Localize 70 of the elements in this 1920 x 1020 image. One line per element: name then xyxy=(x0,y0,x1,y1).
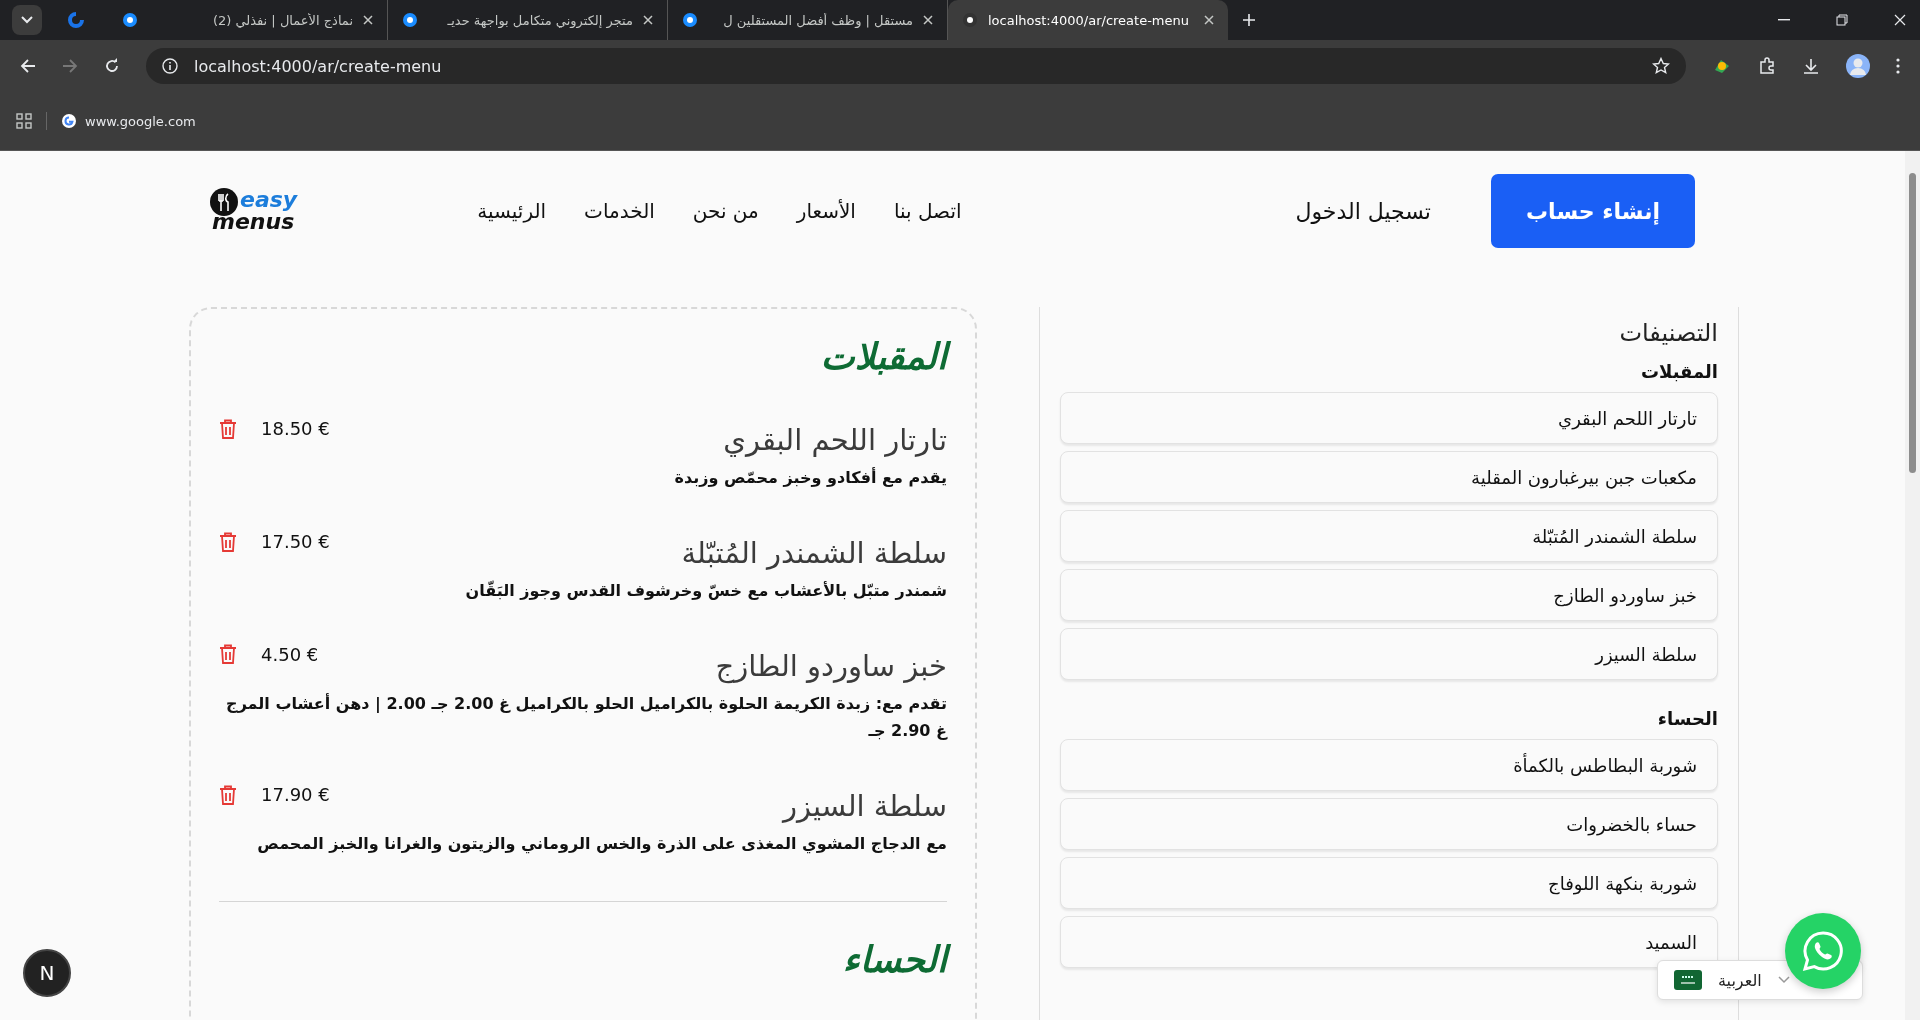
dish-description: شمندر متبّل بالأعشاب مع خسّ وخرشوف القدس وجوز البَقّان xyxy=(464,579,947,602)
globe-icon xyxy=(962,12,978,28)
close-icon[interactable] xyxy=(1204,15,1214,25)
category-item[interactable]: سلطة السيزر xyxy=(1060,628,1718,680)
puzzle-icon[interactable] xyxy=(1758,57,1776,75)
logo[interactable]: easy menus xyxy=(210,189,298,233)
delete-icon[interactable] xyxy=(219,531,237,552)
close-icon[interactable] xyxy=(643,15,653,25)
chevron-icon xyxy=(1777,976,1790,984)
more-icon[interactable] xyxy=(1896,58,1900,74)
bookmark[interactable]: www.google.com xyxy=(61,113,196,129)
dish-name: خبز ساوردو الطازج xyxy=(715,647,947,686)
category-item[interactable]: شوربة بنكهة اللوفاج xyxy=(1060,857,1718,909)
nav-link[interactable]: الرئيسية xyxy=(477,199,547,223)
flag-icon xyxy=(1674,970,1702,990)
swirl-icon[interactable] xyxy=(66,10,86,30)
dev-badge[interactable]: N xyxy=(23,949,71,997)
dish-name: سلطة الشمندر المُتبّلة xyxy=(681,535,947,573)
browser-tab[interactable]: localhost:4000/ar/create-menu xyxy=(948,0,1228,40)
dish-price: 17.90 € xyxy=(261,784,330,805)
star-icon[interactable] xyxy=(1652,57,1670,75)
chat-phone-icon xyxy=(1801,929,1845,973)
category-heading: الحساء xyxy=(1656,708,1718,729)
download-icon[interactable] xyxy=(1802,57,1820,75)
nav-link[interactable]: الأسعار xyxy=(796,199,856,223)
delete-icon[interactable] xyxy=(219,418,237,439)
nav-link[interactable]: الخدمات xyxy=(584,199,655,223)
dish-description: يقدم مع أفكادو وخبز محمّص وزبدة xyxy=(673,466,947,489)
reload-icon[interactable] xyxy=(104,58,120,74)
dish-price: 18.50 € xyxy=(261,418,330,440)
category-item[interactable]: خبز ساوردو الطازج xyxy=(1060,569,1718,621)
minimize-icon[interactable] xyxy=(1778,19,1790,21)
dish-name: تارتار اللحم البقري xyxy=(723,422,947,460)
category-item[interactable]: مكعبات جبن بيرغبارون المقلية xyxy=(1060,451,1718,503)
scrollbar[interactable] xyxy=(1905,151,1920,1020)
category-item[interactable]: حساء بالخضروات xyxy=(1060,798,1718,850)
category-item[interactable]: السميد xyxy=(1060,916,1718,968)
fork-spoon-icon xyxy=(210,188,238,216)
close-icon[interactable] xyxy=(363,15,373,25)
close-icon[interactable] xyxy=(923,15,933,25)
dish-price: 4.50 € xyxy=(261,643,319,665)
category-heading: المقبلات xyxy=(1639,361,1718,382)
delete-icon[interactable] xyxy=(219,644,237,665)
category-item[interactable]: شوربة البطاطس بالكمأة xyxy=(1060,739,1718,791)
globe-icon xyxy=(402,12,418,28)
nav-link[interactable]: اتصل بنا xyxy=(893,199,962,223)
g-icon xyxy=(61,113,77,129)
globe-icon xyxy=(682,12,698,28)
delete-icon[interactable] xyxy=(219,784,237,805)
dish-description: تقدم مع: زبدة الكريمة الحلوة بالكراميل الحلو بالكراميل غ 2.00 جـ 2.00 | دهن أعشاب المرج غ 2.90 جـ xyxy=(225,692,947,742)
dish-description: مع الدجاج المشوي المغذى على الذرة والخس الروماني والزيتون والغرانا والخبز المحمص xyxy=(256,832,947,856)
back-icon[interactable] xyxy=(20,58,36,74)
nav-link[interactable]: من نحن xyxy=(692,199,759,223)
dish-price: 17.50 € xyxy=(261,531,330,553)
panel-title: التصنيفات xyxy=(1618,319,1718,347)
address-bar[interactable]: localhost:4000/ar/create-menu xyxy=(146,48,1686,84)
chevron-icon xyxy=(21,16,33,24)
globe-icon xyxy=(122,12,138,28)
login-link[interactable]: تسجيل الدخول xyxy=(1295,198,1431,224)
category-item[interactable]: تارتار اللحم البقري xyxy=(1060,392,1718,444)
apps-grid-icon[interactable] xyxy=(16,113,32,129)
signup-button[interactable]: إنشاء حساب xyxy=(1491,174,1695,248)
info-icon[interactable] xyxy=(162,58,178,74)
forward-icon[interactable] xyxy=(62,58,78,74)
dish-name: سلطة السيزر xyxy=(783,788,947,825)
restore-icon[interactable] xyxy=(1836,14,1848,26)
category-item[interactable]: سلطة الشمندر المُتبّلة xyxy=(1060,510,1718,562)
avatar-icon[interactable] xyxy=(1846,54,1870,78)
tab-list-button[interactable] xyxy=(12,5,42,35)
new-tab-icon[interactable] xyxy=(1242,13,1256,27)
